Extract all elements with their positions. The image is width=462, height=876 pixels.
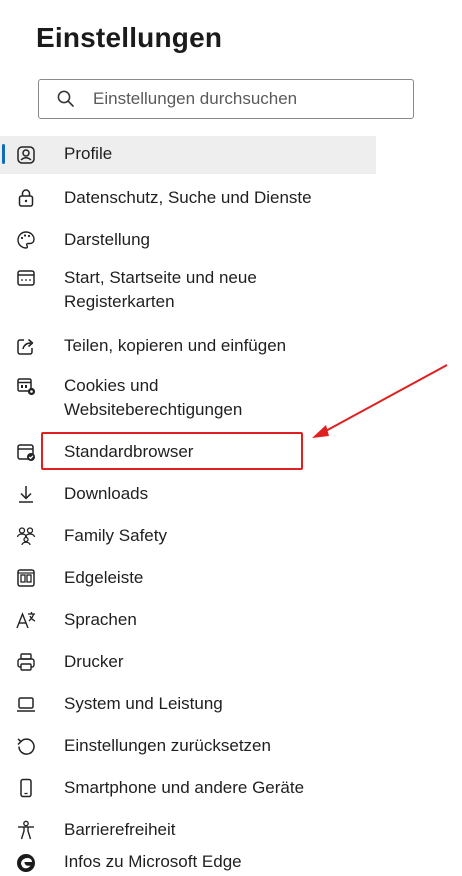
sidebar-item-start-page[interactable]: Start, Startseite und neue Registerkarte…	[0, 262, 376, 318]
sidebar-item-languages[interactable]: Sprachen	[0, 602, 376, 638]
page-title: Einstellungen	[36, 22, 223, 53]
sidebar-item-label: Start, Startseite und neue Registerkarte…	[64, 268, 257, 311]
sidebar-item-printers[interactable]: Drucker	[0, 644, 376, 680]
sidebar-item-label: Downloads	[64, 484, 149, 503]
sidebar-item-label: Darstellung	[64, 230, 150, 249]
language-icon	[15, 609, 37, 631]
sidebar-item-label: Datenschutz, Suche und Dienste	[64, 188, 312, 207]
cookies-icon	[15, 375, 37, 397]
sidebar-item-label: Einstellungen zurücksetzen	[64, 736, 271, 755]
sidebar-item-label: Sprachen	[64, 610, 137, 629]
sidebar-item-label: Drucker	[64, 652, 124, 671]
sidebar-item-privacy[interactable]: Datenschutz, Suche und Dienste	[0, 180, 376, 216]
sidebar-item-cookies[interactable]: Cookies und Websiteberechtigungen	[0, 370, 376, 426]
sidebar-item-edge-bar[interactable]: Edgeleiste	[0, 560, 376, 596]
sidebar-item-accessibility[interactable]: Barrierefreiheit	[0, 812, 376, 848]
sidebar-item-phone[interactable]: Smartphone und andere Geräte	[0, 770, 376, 806]
sidebar-icon	[15, 567, 37, 589]
sidebar-item-about[interactable]: Infos zu Microsoft Edge	[0, 848, 376, 876]
sidebar-item-label: Family Safety	[64, 526, 167, 545]
sidebar-item-label: Teilen, kopieren und einfügen	[64, 336, 287, 355]
lock-icon	[15, 187, 37, 209]
sidebar-item-label: System und Leistung	[64, 694, 223, 713]
profile-icon	[15, 144, 37, 166]
sidebar-item-family-safety[interactable]: Family Safety	[0, 518, 376, 554]
sidebar-item-label: Edgeleiste	[64, 568, 144, 587]
sidebar-item-share[interactable]: Teilen, kopieren und einfügen	[0, 328, 376, 364]
sidebar-item-system[interactable]: System und Leistung	[0, 686, 376, 722]
sidebar-item-label: Profile	[64, 144, 113, 163]
sidebar-item-label: Barrierefreiheit	[64, 820, 176, 839]
share-icon	[15, 335, 37, 357]
phone-icon	[15, 777, 37, 799]
sidebar-item-label: Infos zu Microsoft Edge	[64, 852, 242, 871]
sidebar-item-downloads[interactable]: Downloads	[0, 476, 376, 512]
accessibility-icon	[15, 819, 37, 841]
sidebar-item-default-browser[interactable]: Standardbrowser	[0, 434, 376, 470]
sidebar-item-label: Smartphone und andere Geräte	[64, 778, 305, 797]
settings-panel: Einstellungen Profile Datenschutz, Suche…	[0, 0, 462, 876]
selected-indicator	[2, 144, 5, 164]
search-icon	[39, 89, 93, 109]
edge-logo-icon	[15, 852, 37, 874]
sidebar-item-label: Standardbrowser	[64, 442, 194, 461]
default-browser-icon	[15, 441, 37, 463]
search-box[interactable]	[38, 79, 414, 119]
start-page-icon	[15, 267, 37, 289]
sidebar-item-reset[interactable]: Einstellungen zurücksetzen	[0, 728, 376, 764]
search-input[interactable]	[93, 89, 393, 109]
sidebar-item-label: Cookies und Websiteberechtigungen	[64, 376, 243, 419]
download-icon	[15, 483, 37, 505]
palette-icon	[15, 229, 37, 251]
family-icon	[15, 525, 37, 547]
printer-icon	[15, 651, 37, 673]
reset-icon	[15, 735, 37, 757]
sidebar-item-profile[interactable]: Profile	[0, 136, 376, 174]
laptop-icon	[15, 693, 37, 715]
sidebar-item-appearance[interactable]: Darstellung	[0, 222, 376, 258]
